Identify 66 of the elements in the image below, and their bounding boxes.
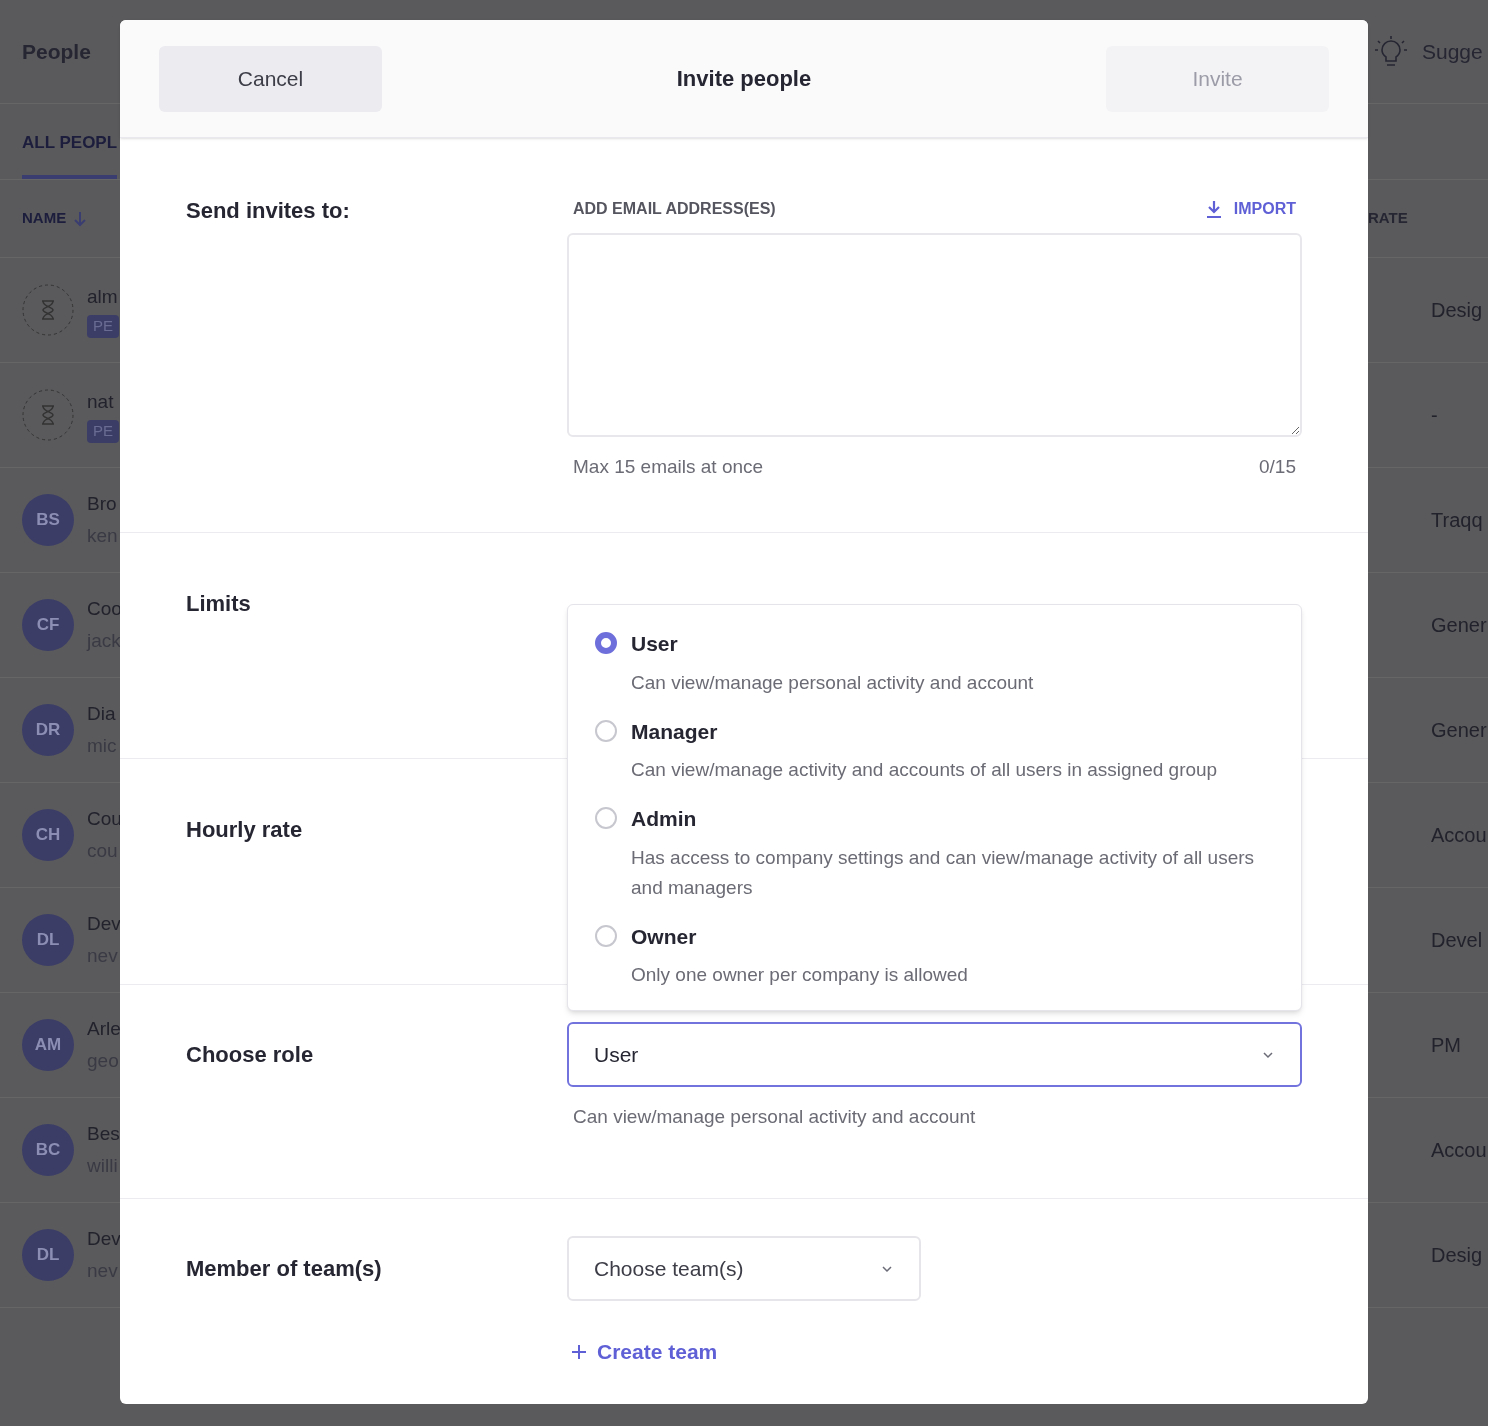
person-name: alm	[87, 284, 119, 309]
avatar: BC	[22, 1124, 74, 1176]
field-label: ADD EMAIL ADDRESS(ES)	[573, 199, 776, 219]
avatar: DL	[22, 914, 74, 966]
role-description: Has access to company settings and can view/manage activity of all users and managers	[631, 845, 1256, 900]
team-select[interactable]: Choose team(s)	[567, 1236, 921, 1301]
role-option[interactable]: Admin Has access to company settings and can view/manage activity of all users and managers	[595, 803, 1274, 903]
role-title: Admin	[631, 806, 698, 832]
role-select[interactable]: User	[567, 1022, 1302, 1087]
avatar: DR	[22, 704, 74, 756]
person-name: Bes	[87, 1121, 120, 1146]
email-input-field[interactable]	[567, 233, 1302, 437]
radio-button[interactable]	[595, 924, 617, 947]
table-cell-text: Desig	[1431, 298, 1483, 323]
avatar: CH	[22, 809, 74, 861]
avatar: AM	[22, 1019, 74, 1071]
section-label: Limits	[186, 591, 251, 616]
role-title: Manager	[631, 718, 719, 745]
role-description: Only one owner per company is allowed	[631, 963, 968, 987]
section-label: Choose role	[186, 1041, 315, 1069]
person-name: Dia	[87, 701, 117, 726]
hourglass-avatar-icon	[22, 389, 74, 441]
table-cell-text: Accou	[1431, 823, 1487, 848]
role-title: User	[631, 631, 679, 657]
cancel-button[interactable]: Cancel	[159, 45, 382, 112]
section-label: Member of team(s)	[186, 1255, 383, 1283]
import-button[interactable]: IMPORT	[1205, 197, 1296, 221]
role-description: Can view/manage personal activity and account	[631, 670, 1034, 695]
create-team-link[interactable]: Create team	[571, 1336, 718, 1368]
plus-icon	[571, 1343, 587, 1360]
email-counter: 0/15	[1259, 455, 1296, 479]
radio-button[interactable]	[595, 807, 617, 829]
person-name: Coo	[87, 596, 122, 621]
hourglass-avatar-icon	[22, 284, 74, 336]
avatar: DL	[22, 1229, 74, 1281]
role-option[interactable]: Owner Only one owner per company is allowed	[595, 920, 1274, 990]
table-cell-text: Devel	[1431, 928, 1483, 953]
table-cell-text: -	[1431, 403, 1438, 428]
person-name: Cou	[87, 806, 122, 831]
section-label: Hourly rate	[186, 817, 303, 842]
avatar: CF	[22, 599, 74, 651]
role-title: Owner	[631, 923, 698, 950]
person-name: Bro	[87, 491, 118, 516]
role-description: Can view/manage personal activity and account	[572, 1105, 977, 1129]
avatar: BS	[22, 494, 74, 546]
person-name: Dev	[87, 1226, 121, 1251]
arrow-down-icon	[74, 210, 87, 227]
person-name: Arle	[87, 1016, 121, 1041]
person-name: Dev	[87, 911, 121, 936]
radio-button[interactable]	[595, 719, 617, 742]
role-option[interactable]: User Can view/manage personal activity and account	[595, 628, 1274, 698]
table-cell-text: PM	[1431, 1033, 1461, 1058]
table-cell-text: Gener	[1431, 613, 1487, 638]
role-description: Can view/manage activity and accounts of all users in assigned group	[631, 758, 1218, 782]
person-name: nat	[87, 389, 115, 414]
table-cell-text: Accou	[1431, 1138, 1487, 1163]
radio-button[interactable]	[595, 632, 617, 654]
table-cell-text: Desig	[1431, 1243, 1483, 1268]
section-label: Send invites to:	[186, 197, 351, 225]
role-option[interactable]: Manager Can view/manage activity and accounts of all users in assigned group	[595, 715, 1274, 785]
table-cell-text: Traqq	[1431, 508, 1483, 533]
lightbulb-icon	[1374, 34, 1408, 69]
dialog-title: Invite people	[676, 65, 812, 93]
table-cell-text: Gener	[1431, 718, 1487, 743]
email-limit-hint: Max 15 emails at once	[573, 455, 764, 479]
download-icon	[1205, 200, 1222, 218]
